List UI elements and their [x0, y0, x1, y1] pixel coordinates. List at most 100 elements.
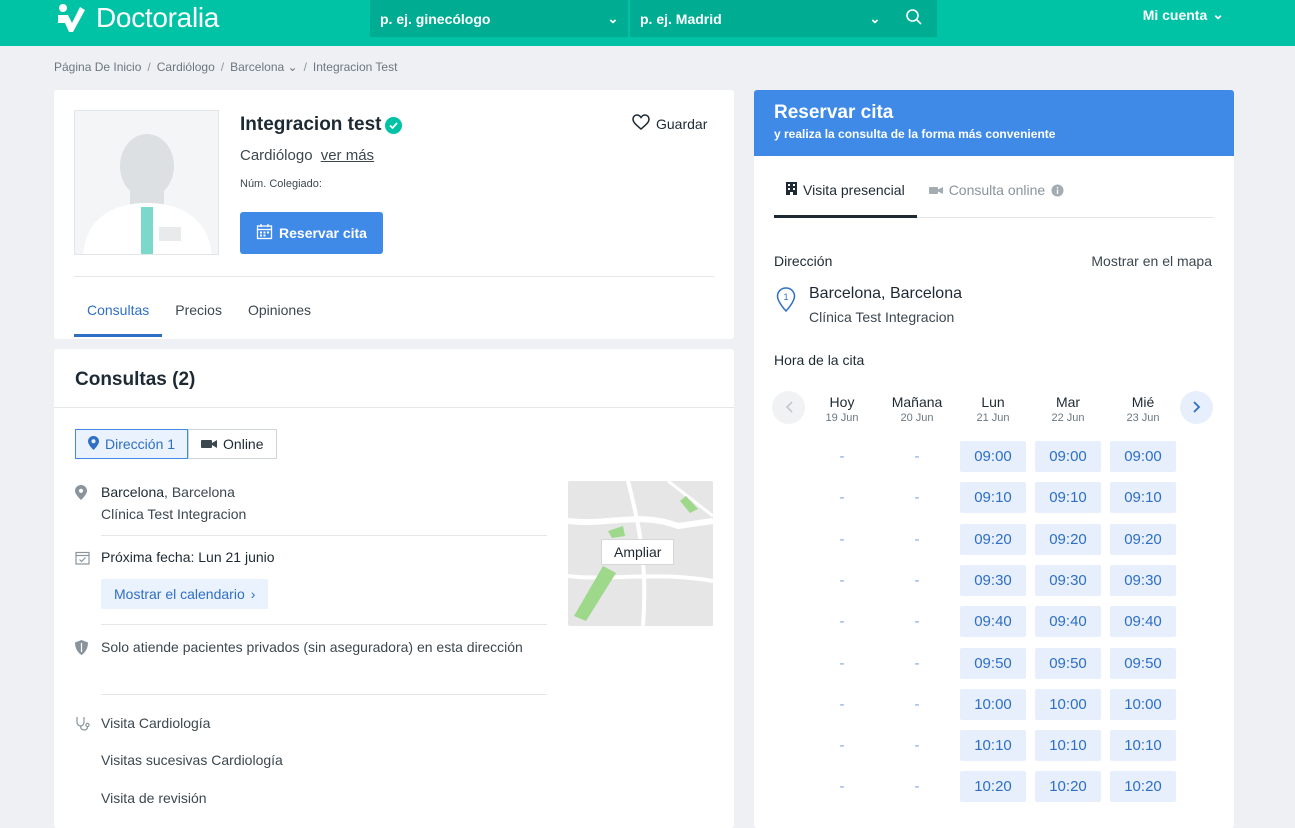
location-map[interactable]: Ampliar	[568, 481, 713, 626]
time-slot-button[interactable]: 09:10	[960, 482, 1026, 514]
chevron-down-icon: ⌄	[607, 10, 619, 26]
day-header: Mañana 20 Jun	[884, 394, 950, 424]
tab-visita-presencial[interactable]: Visita presencial	[774, 174, 917, 218]
map-pin-icon	[88, 435, 99, 453]
time-slot-empty: -	[914, 737, 920, 755]
top-bar: Doctoralia p. ej. ginecólogo ⌄ p. ej. Ma…	[0, 0, 1295, 46]
see-more-link[interactable]: ver más	[321, 147, 374, 164]
doctor-name: Integracion test	[240, 114, 403, 136]
service-item: Visita de revisión	[101, 790, 207, 806]
consultas-card: Consultas (2) Dirección 1 Online Barcelo…	[54, 349, 734, 828]
time-slot-button[interactable]: 09:50	[1035, 647, 1101, 679]
breadcrumb-city[interactable]: Barcelona ⌄	[230, 60, 297, 74]
time-slot-button[interactable]: 09:30	[1035, 564, 1101, 596]
zoom-map-button[interactable]: Ampliar	[601, 539, 675, 565]
time-slot-button[interactable]: 09:20	[1035, 523, 1101, 555]
time-slot-button[interactable]: 09:50	[960, 647, 1026, 679]
time-slot-button[interactable]: 10:10	[1110, 730, 1176, 762]
time-slot-empty: -	[839, 489, 845, 507]
time-slot-button[interactable]: 09:40	[960, 606, 1026, 638]
specialty-search-input[interactable]: p. ej. ginecólogo ⌄	[370, 0, 628, 37]
day-date: 20 Jun	[900, 412, 934, 424]
logo[interactable]: Doctoralia	[54, 0, 219, 36]
time-slot-button[interactable]: 09:00	[1035, 441, 1101, 472]
verified-icon	[385, 116, 403, 134]
divider	[74, 276, 714, 277]
booking-card: Reservar cita y realiza la consulta de l…	[754, 90, 1234, 828]
services-info: Visita Cardiología	[75, 712, 547, 737]
time-slot-button[interactable]: 10:20	[1110, 771, 1176, 803]
time-label: Hora de la cita	[774, 352, 865, 368]
breadcrumb-home[interactable]: Página De Inicio	[54, 60, 141, 74]
address-1-button[interactable]: Dirección 1	[75, 429, 189, 459]
time-slot-button[interactable]: 09:50	[1110, 647, 1176, 679]
day-name: Lun	[981, 394, 1005, 410]
time-slot-button[interactable]: 09:40	[1035, 606, 1101, 638]
breadcrumb-specialty[interactable]: Cardiólogo	[157, 60, 215, 74]
day-name: Mié	[1131, 394, 1155, 410]
chevron-down-icon: ⌄	[869, 10, 881, 26]
booking-title: Reservar cita	[774, 102, 894, 123]
save-button[interactable]: Guardar	[632, 114, 707, 133]
tab-precios[interactable]: Precios	[162, 293, 235, 337]
search-button[interactable]	[890, 0, 937, 37]
time-slot-button[interactable]: 09:00	[960, 441, 1026, 472]
time-slot-button[interactable]: 10:20	[1035, 771, 1101, 803]
day-header: Hoy 19 Jun	[809, 394, 875, 424]
tab-opiniones[interactable]: Opiniones	[235, 293, 324, 337]
time-slot-button[interactable]: 10:10	[960, 730, 1026, 762]
time-slot-button[interactable]: 10:00	[1110, 688, 1176, 720]
time-slot-button[interactable]: 09:30	[1110, 564, 1176, 596]
show-on-map-link[interactable]: Mostrar en el mapa	[1091, 253, 1212, 269]
chevron-right-icon	[1192, 400, 1201, 416]
logo-text: Doctoralia	[96, 2, 220, 33]
time-slot-button[interactable]: 10:00	[1035, 688, 1101, 720]
account-menu[interactable]: Mi cuenta ⌄	[1143, 6, 1224, 23]
time-slot-button[interactable]: 09:20	[1110, 523, 1176, 555]
time-slot-empty: -	[914, 695, 920, 713]
time-slot-empty: -	[839, 448, 845, 465]
insurance-info: Solo atiende pacientes privados (sin ase…	[75, 636, 547, 661]
video-camera-icon	[928, 182, 943, 198]
location-search-input[interactable]: p. ej. Madrid ⌄	[630, 0, 890, 37]
time-slot-empty: -	[914, 571, 920, 589]
colegiado-number: Núm. Colegiado:	[240, 178, 322, 190]
previous-days-button[interactable]	[772, 391, 805, 424]
next-days-button[interactable]	[1180, 391, 1213, 424]
address-label: Dirección	[774, 253, 833, 269]
time-slot-button[interactable]: 09:10	[1035, 482, 1101, 514]
time-slot-button[interactable]: 09:40	[1110, 606, 1176, 638]
day-date: 23 Jun	[1126, 412, 1160, 424]
profile-card: Integracion test Cardiólogo ver más Núm.…	[54, 90, 734, 339]
online-button[interactable]: Online	[188, 429, 277, 459]
show-calendar-button[interactable]: Mostrar el calendario ›	[101, 579, 269, 609]
time-slot-button[interactable]: 10:10	[1035, 730, 1101, 762]
time-slot-empty: -	[839, 654, 845, 672]
info-icon[interactable]	[1051, 182, 1064, 200]
tab-consulta-online[interactable]: Consulta online	[917, 174, 1077, 217]
time-slot-button[interactable]: 09:00	[1110, 441, 1176, 472]
time-slot-button[interactable]: 10:00	[960, 688, 1026, 720]
avatar	[74, 110, 219, 255]
address-segmented-control: Dirección 1 Online	[75, 429, 277, 459]
chevron-right-icon: ›	[250, 586, 256, 602]
day-date: 21 Jun	[976, 412, 1010, 424]
calendar-check-icon	[75, 546, 91, 571]
tab-consultas[interactable]: Consultas	[74, 293, 163, 337]
time-slot-button[interactable]: 09:10	[1110, 482, 1176, 514]
time-slot-empty: -	[914, 613, 920, 631]
doctor-specialty: Cardiólogo ver más	[240, 147, 375, 164]
service-item: Visitas sucesivas Cardiología	[101, 752, 283, 768]
booking-header: Reservar cita y realiza la consulta de l…	[754, 90, 1234, 156]
time-slot-empty: -	[839, 778, 845, 796]
time-slot-button[interactable]: 10:20	[960, 771, 1026, 803]
day-date: 22 Jun	[1051, 412, 1085, 424]
book-appointment-button[interactable]: Reservar cita	[240, 212, 383, 254]
address-info: Barcelona, Barcelona Clínica Test Integr…	[75, 481, 547, 525]
breadcrumb: Página De Inicio / Cardiólogo / Barcelon…	[54, 60, 398, 74]
divider	[54, 407, 734, 408]
time-slot-button[interactable]: 09:20	[960, 523, 1026, 555]
time-slot-empty: -	[839, 530, 845, 548]
time-slot-button[interactable]: 09:30	[960, 564, 1026, 596]
time-slot-empty: -	[914, 530, 920, 548]
